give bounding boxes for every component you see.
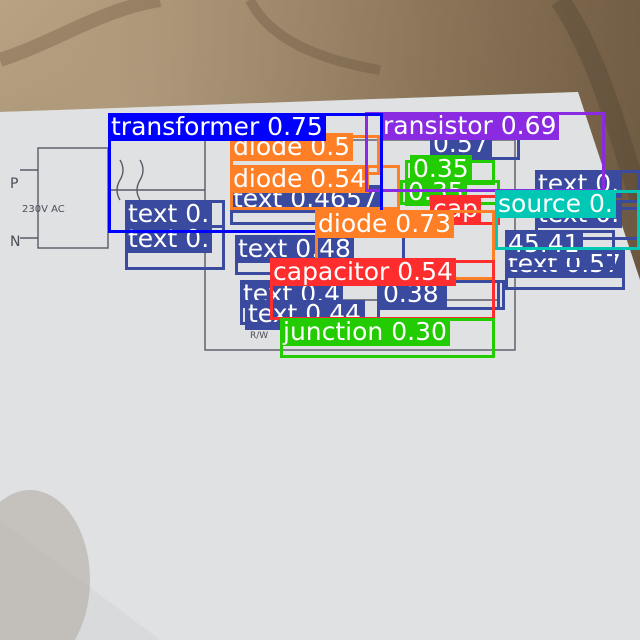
detection-label-transistor: ransistor 0.69 — [380, 112, 560, 140]
detection-label-diode: diode 0.73 — [315, 210, 454, 238]
photo-stage: P N 230V AC R/W text 0. text 0. text 0.465… — [0, 0, 640, 640]
detection-label-junction: junction 0.30 — [280, 318, 450, 346]
detection-label-capacitor: capacitor 0.54 — [270, 258, 456, 286]
detection-label-transformer: transformer 0.75 — [108, 113, 326, 141]
detection-overlay: text 0. text 0. text 0.4657 text 0.48 text 0… — [0, 0, 640, 640]
detection-label-source: source 0. — [495, 190, 616, 218]
